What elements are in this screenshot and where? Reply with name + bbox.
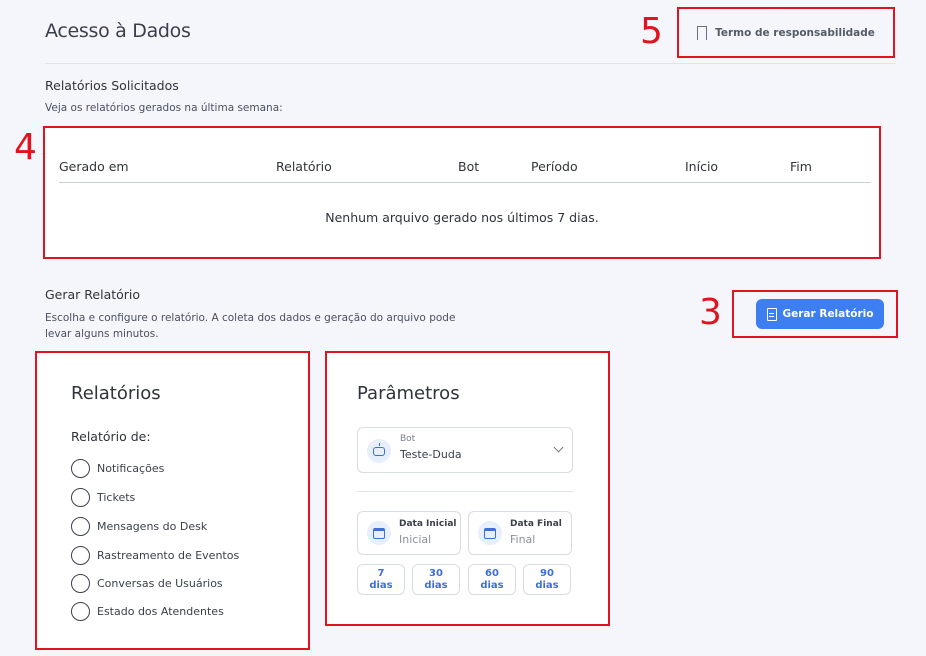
end-date-picker[interactable]: Data Final Final [468,511,572,555]
quick-range-number: 7 [377,568,385,579]
reports-card-title: Relatórios [71,383,161,404]
column-header: Relatório [276,159,332,174]
robot-icon [367,439,391,463]
chevron-down-icon [553,442,564,453]
bot-select[interactable]: Bot Teste-Duda [357,427,573,473]
radio-button[interactable] [71,546,90,565]
column-header: Bot [458,159,480,174]
terms-button[interactable]: Termo de responsabilidade [677,7,895,58]
radio-button[interactable] [71,517,90,536]
column-header: Gerado em [59,159,129,174]
report-option-label: Rastreamento de Eventos [97,549,240,562]
annotation-5: 5 [640,11,663,52]
column-header: Início [685,159,719,174]
table-header-divider [59,182,871,183]
requested-description: Veja os relatórios gerados na última sem… [45,102,283,114]
report-option-label: Notificações [97,462,165,475]
report-option-label: Conversas de Usuários [97,577,223,590]
quick-range-number: 90 [540,568,554,579]
column-header: Período [531,159,578,174]
terms-label: Termo de responsabilidade [715,26,875,39]
reports-card-subtitle: Relatório de: [71,429,151,444]
generate-title: Gerar Relatório [45,287,141,302]
generate-description: Escolha e configure o relatório. A colet… [45,310,455,342]
bot-select-caption: Bot [400,434,416,444]
quick-range-number: 60 [485,568,499,579]
column-header: Fim [790,159,812,174]
report-option-agent-status[interactable]: Estado dos Atendentes [71,602,224,621]
requested-title: Relatórios Solicitados [45,78,179,93]
radio-button[interactable] [71,488,90,507]
parameters-card: Parâmetros Bot Teste-Duda Data Inicial I… [325,351,610,626]
empty-message: Nenhum arquivo gerado nos últimos 7 dias… [325,210,599,225]
generate-report-button[interactable]: Gerar Relatório [756,299,884,329]
document-icon [766,307,777,321]
report-option-label: Mensagens do Desk [97,520,208,533]
calendar-icon [478,521,502,545]
generate-description-line: Escolha e configure o relatório. A colet… [45,312,456,324]
generate-description-line: levar alguns minutos. [45,328,159,340]
quick-range-7-days[interactable]: 7 dias [357,564,405,595]
calendar-icon [367,521,391,545]
quick-range-unit: dias [424,580,448,591]
quick-range-30-days[interactable]: 30 dias [412,564,460,595]
report-option-label: Tickets [97,491,136,504]
bot-select-value: Teste-Duda [400,448,462,461]
annotation-4: 4 [14,127,37,168]
parameters-divider [357,491,573,492]
report-option-label: Estado dos Atendentes [97,605,224,618]
quick-range-number: 30 [429,568,443,579]
end-date-placeholder: Final [510,533,536,546]
parameters-card-title: Parâmetros [357,383,460,404]
quick-range-60-days[interactable]: 60 dias [468,564,516,595]
generate-highlight: Gerar Relatório [732,290,898,338]
quick-range-unit: dias [480,580,504,591]
header-divider [45,63,895,64]
annotation-3: 3 [699,292,722,333]
start-date-placeholder: Inicial [399,533,432,546]
reports-table: Gerado em Relatório Bot Período Início F… [43,126,881,259]
reports-card: Relatórios Relatório de: Notificações Ti… [35,351,310,650]
report-option-desk-messages[interactable]: Mensagens do Desk [71,517,207,536]
start-date-picker[interactable]: Data Inicial Inicial [357,511,461,555]
start-date-caption: Data Inicial [399,519,457,529]
report-option-notifications[interactable]: Notificações [71,459,164,478]
quick-range-unit: dias [535,580,559,591]
report-option-tickets[interactable]: Tickets [71,488,135,507]
radio-button[interactable] [71,574,90,593]
bookmark-icon [697,25,708,45]
radio-button[interactable] [71,602,90,621]
radio-button[interactable] [71,459,90,478]
page-title: Acesso à Dados [45,20,191,42]
quick-range-90-days[interactable]: 90 dias [523,564,571,595]
generate-report-label: Gerar Relatório [782,308,874,320]
end-date-caption: Data Final [510,519,562,529]
report-option-event-tracking[interactable]: Rastreamento de Eventos [71,546,239,565]
report-option-user-conversations[interactable]: Conversas de Usuários [71,574,223,593]
quick-range-unit: dias [369,580,393,591]
